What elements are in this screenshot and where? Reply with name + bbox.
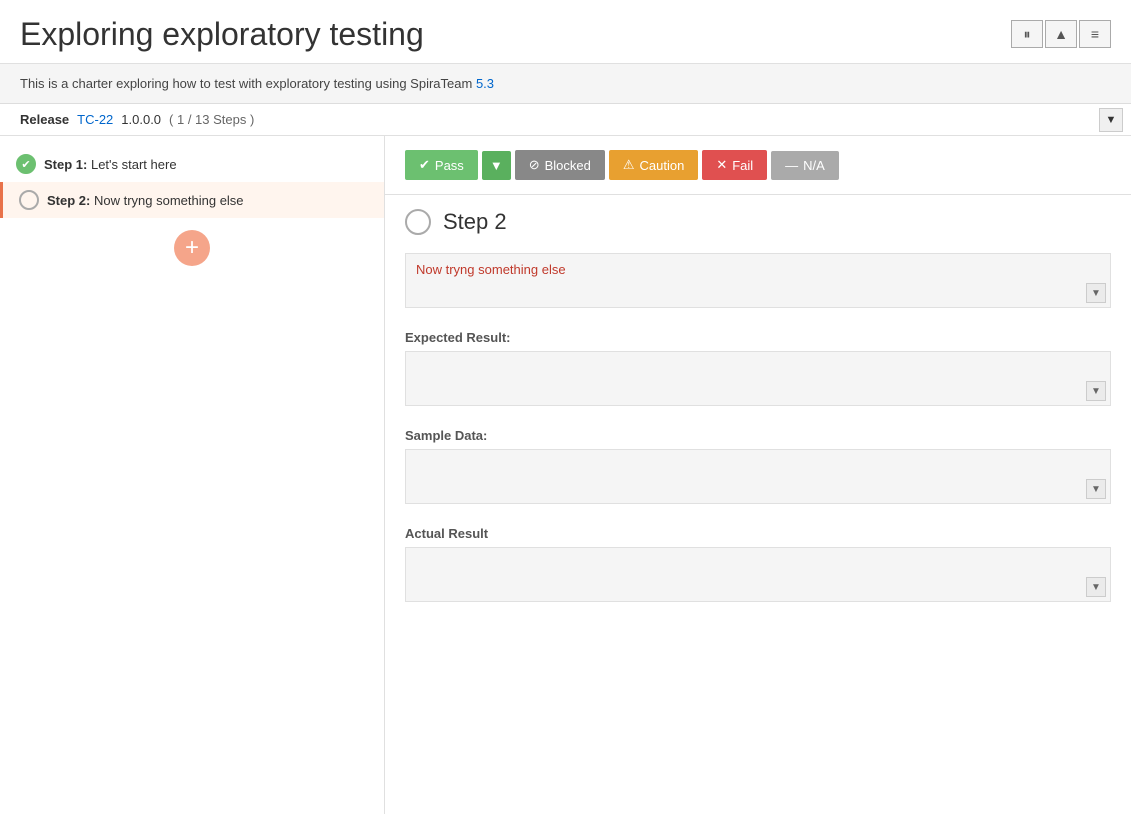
header: Exploring exploratory testing ⏸ ▲ ≡ (0, 0, 1131, 64)
pass-arrow-icon: ▼ (490, 158, 503, 173)
release-expand-button[interactable]: ▼ (1099, 108, 1123, 132)
pass-button[interactable]: ✔ Pass (405, 150, 478, 180)
step-detail-panel: ✔ Pass ▼ ⊘ Blocked ⚠ Caution ✕ Fail — N/… (385, 136, 1131, 814)
tc-number[interactable]: TC-22 (77, 112, 113, 127)
expected-result-expand-button[interactable]: ▼ (1086, 381, 1106, 401)
version-link[interactable]: 5.3 (476, 76, 494, 91)
step-text: Step 1: Let's start here (44, 157, 177, 172)
pass-dropdown-button[interactable]: ▼ (482, 151, 511, 180)
caution-icon: ⚠ (623, 157, 635, 173)
steps-info: ( 1 / 13 Steps ) (169, 112, 254, 127)
step-detail-heading: Step 2 (385, 195, 1131, 245)
actual-result-label: Actual Result (405, 526, 1111, 541)
add-step-button[interactable]: + (174, 230, 210, 266)
expected-result-section: Expected Result: ▼ (385, 322, 1131, 420)
action-buttons-row: ✔ Pass ▼ ⊘ Blocked ⚠ Caution ✕ Fail — N/… (385, 136, 1131, 195)
blocked-button[interactable]: ⊘ Blocked (515, 150, 605, 180)
step-circle-empty (19, 190, 39, 210)
header-controls: ⏸ ▲ ≡ (1011, 20, 1111, 48)
description-expand-button[interactable]: ▼ (1086, 283, 1106, 303)
menu-button[interactable]: ≡ (1079, 20, 1111, 48)
page-title: Exploring exploratory testing (20, 16, 424, 53)
step-detail-circle (405, 209, 431, 235)
actual-result-field[interactable]: ▼ (405, 547, 1111, 602)
step-text: Step 2: Now tryng something else (47, 193, 244, 208)
version-number: 1.0.0.0 (121, 112, 161, 127)
release-label: Release (20, 112, 69, 127)
release-bar: Release TC-22 1.0.0.0 ( 1 / 13 Steps ) ▼ (0, 104, 1131, 136)
up-button[interactable]: ▲ (1045, 20, 1077, 48)
step-circle-completed: ✔ (16, 154, 36, 174)
step-item[interactable]: ✔ Step 1: Let's start here (0, 146, 384, 182)
checkmark-icon: ✔ (21, 158, 30, 171)
fail-button[interactable]: ✕ Fail (702, 150, 767, 180)
pause-button[interactable]: ⏸ (1011, 20, 1043, 48)
pass-checkmark-icon: ✔ (419, 157, 430, 173)
actual-result-section: Actual Result ▼ (385, 518, 1131, 616)
expected-result-label: Expected Result: (405, 330, 1111, 345)
na-dash-icon: — (785, 158, 798, 173)
step-item-active[interactable]: Step 2: Now tryng something else (0, 182, 384, 218)
charter-text: This is a charter exploring how to test … (20, 76, 494, 91)
sample-data-field[interactable]: ▼ (405, 449, 1111, 504)
description-section: Now tryng something else ▼ (385, 245, 1131, 322)
sample-data-section: Sample Data: ▼ (385, 420, 1131, 518)
blocked-icon: ⊘ (529, 157, 540, 173)
charter-banner: This is a charter exploring how to test … (0, 64, 1131, 104)
caution-button[interactable]: ⚠ Caution (609, 150, 698, 180)
na-button[interactable]: — N/A (771, 151, 839, 180)
main-layout: ✔ Step 1: Let's start here Step 2: Now t… (0, 136, 1131, 814)
sample-data-expand-button[interactable]: ▼ (1086, 479, 1106, 499)
fail-x-icon: ✕ (716, 157, 727, 173)
description-field[interactable]: Now tryng something else ▼ (405, 253, 1111, 308)
steps-panel: ✔ Step 1: Let's start here Step 2: Now t… (0, 136, 385, 814)
sample-data-label: Sample Data: (405, 428, 1111, 443)
actual-result-expand-button[interactable]: ▼ (1086, 577, 1106, 597)
expected-result-field[interactable]: ▼ (405, 351, 1111, 406)
